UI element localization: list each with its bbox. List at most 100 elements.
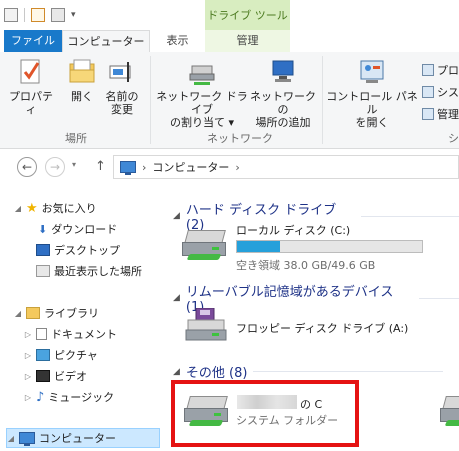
expand-icon[interactable]: ▷ — [24, 372, 32, 381]
qat-dropdown-icon[interactable]: ▾ — [71, 10, 76, 20]
manage-item[interactable]: 管理 — [422, 106, 459, 122]
documents-icon — [36, 328, 47, 340]
properties-button[interactable]: プロパティ — [6, 58, 56, 116]
nav-item-pictures[interactable]: ▷ ピクチャ — [24, 346, 98, 364]
nav-item-videos[interactable]: ▷ ビデオ — [24, 367, 87, 385]
open-button[interactable]: 開く — [62, 58, 102, 103]
control-panel-button[interactable]: コントロール パネル を開く — [326, 58, 418, 129]
rename-label-2: 変更 — [111, 103, 133, 116]
add-network-location-button[interactable]: ネットワークの 場所の追加 — [250, 58, 316, 129]
system-properties-item[interactable]: プロ — [422, 62, 459, 78]
nav-item-documents[interactable]: ▷ ドキュメント — [24, 325, 117, 343]
quick-access-toolbar: ▾ — [4, 6, 76, 24]
nav-recent-label: 最近表示した場所 — [54, 265, 142, 278]
back-button[interactable]: ← — [17, 157, 37, 177]
drive-tools-context-label: ドライブ ツール — [205, 0, 290, 30]
nav-videos-label: ビデオ — [54, 370, 87, 383]
rename-button[interactable]: 名前の 変更 — [102, 58, 142, 116]
local-disk-icon — [182, 228, 226, 260]
control-panel-label-1: コントロール パネル — [326, 90, 418, 116]
floppy-drive-icon — [184, 307, 228, 344]
section-other-title: その他 (8) — [185, 366, 248, 381]
forward-arrow-icon: → — [49, 160, 61, 174]
disk-usage-bar — [236, 240, 423, 253]
nav-item-recent[interactable]: 最近表示した場所 — [36, 262, 142, 280]
network-group-label: ネットワーク — [207, 132, 273, 145]
ribbon-group-divider — [322, 56, 323, 144]
collapse-icon[interactable]: ◢ — [7, 434, 15, 443]
map-drive-label-2: の割り当て ▾ — [169, 116, 235, 129]
open-label: 開く — [71, 90, 93, 103]
ribbon-group-divider — [150, 56, 151, 144]
system-settings-item[interactable]: シス — [422, 84, 459, 100]
download-icon: ⬇ — [38, 222, 48, 236]
rename-label-1: 名前の — [105, 90, 139, 103]
properties-qat-icon[interactable] — [31, 8, 45, 22]
breadcrumb-computer[interactable]: コンピューター — [152, 159, 229, 175]
network-drive-icon — [188, 58, 216, 86]
local-disk-name[interactable]: ローカル ディスク (C:) — [236, 222, 350, 238]
nav-computer-label: コンピューター — [39, 432, 116, 445]
collapse-icon[interactable]: ◢ — [173, 211, 180, 221]
computer-icon — [19, 432, 35, 446]
open-folder-icon — [68, 58, 96, 86]
collapse-icon[interactable]: ◢ — [14, 204, 22, 213]
videos-icon — [36, 370, 50, 382]
nav-libraries-label: ライブラリ — [44, 307, 99, 320]
up-arrow-icon[interactable]: ↑ — [95, 159, 106, 174]
location-group-label: 場所 — [65, 132, 87, 145]
add-location-label-2: 場所の追加 — [255, 116, 311, 129]
disk-usage-fill — [237, 241, 281, 252]
system-properties-label: プロ — [437, 64, 459, 77]
nav-pictures-label: ピクチャ — [54, 349, 98, 362]
network-location-icon — [269, 58, 297, 86]
control-panel-label-2: を開く — [355, 116, 389, 129]
floppy-drive-name[interactable]: フロッピー ディスク ドライブ (A:) — [236, 320, 408, 336]
partial-drive-icon — [440, 394, 459, 426]
expand-icon[interactable]: ▷ — [24, 330, 32, 339]
nav-item-downloads[interactable]: ⬇ ダウンロード — [38, 220, 117, 238]
add-location-label-1: ネットワークの — [250, 90, 316, 116]
system-group-label: シ — [448, 132, 459, 145]
forward-button[interactable]: → — [45, 157, 65, 177]
control-panel-icon — [358, 58, 386, 86]
local-disk-free-space: 空き領域 38.0 GB/49.6 GB — [236, 259, 376, 272]
new-folder-qat-icon[interactable] — [51, 8, 65, 22]
qat-separator — [24, 8, 25, 22]
collapse-icon[interactable]: ◢ — [14, 309, 22, 318]
nav-item-music[interactable]: ▷ ♪ ミュージック — [24, 388, 114, 406]
collapse-icon[interactable]: ◢ — [173, 293, 180, 303]
nav-computer[interactable]: ◢ コンピューター — [6, 428, 160, 448]
crumb-separator[interactable]: › — [142, 161, 146, 174]
tab-computer[interactable]: コンピューター — [62, 30, 150, 53]
nav-favorites[interactable]: ◢ ★ お気に入り — [14, 199, 97, 217]
expand-icon[interactable]: ▷ — [24, 393, 32, 402]
back-arrow-icon: ← — [21, 160, 33, 174]
tab-view[interactable]: 表示 — [150, 30, 205, 52]
crumb-end-separator[interactable]: › — [235, 161, 239, 174]
tab-manage[interactable]: 管理 — [205, 30, 290, 52]
tab-file[interactable]: ファイル — [4, 30, 62, 52]
nav-favorites-label: お気に入り — [41, 202, 97, 215]
collapse-icon[interactable]: ◢ — [173, 367, 180, 377]
properties-icon — [17, 58, 45, 86]
section-other[interactable]: ◢ その他 (8) — [173, 362, 444, 381]
recent-places-icon — [36, 265, 50, 277]
address-bar[interactable]: › コンピューター › — [113, 155, 459, 179]
recent-locations-dropdown-icon[interactable]: ▾ — [72, 160, 76, 169]
nav-libraries[interactable]: ◢ ライブラリ — [14, 304, 99, 322]
rename-icon — [108, 58, 136, 86]
nav-item-desktop[interactable]: デスクトップ — [36, 241, 120, 259]
nav-documents-label: ドキュメント — [51, 328, 117, 341]
section-rule — [253, 371, 444, 372]
app-icon[interactable] — [4, 8, 18, 22]
expand-icon[interactable]: ▷ — [24, 351, 32, 360]
map-network-drive-button[interactable]: ネットワーク ドライブ の割り当て ▾ — [156, 58, 248, 129]
highlight-annotation-box — [171, 380, 359, 447]
manage-icon — [422, 108, 434, 120]
properties-label: プロパティ — [9, 90, 53, 116]
section-rule — [419, 297, 459, 299]
library-icon — [26, 307, 40, 319]
manage-label: 管理 — [437, 108, 459, 121]
pictures-icon — [36, 349, 50, 361]
